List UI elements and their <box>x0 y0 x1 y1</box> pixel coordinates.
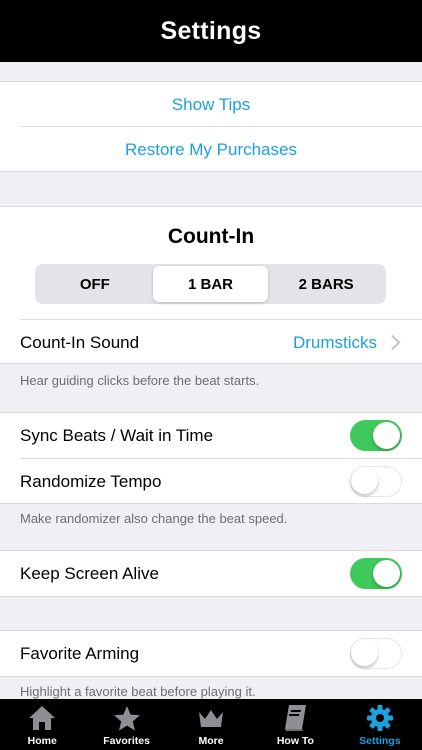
tab-settings-label: Settings <box>359 735 401 747</box>
count-in-segmented-control: OFF 1 BAR 2 BARS <box>35 264 386 304</box>
count-in-title: Count-In <box>167 225 255 248</box>
count-in-note: Hear guiding clicks before the beat star… <box>20 373 260 388</box>
page-title: Settings <box>160 16 262 45</box>
keep-alive-group: Keep Screen Alive <box>0 550 422 597</box>
randomize-tempo-label: Randomize Tempo <box>20 471 162 491</box>
count-in-group: Count-In OFF 1 BAR 2 BARS Count-In Sound… <box>0 206 422 364</box>
count-in-sound-value: Drumsticks <box>292 332 377 352</box>
randomize-tempo-toggle[interactable] <box>350 466 402 497</box>
sync-beats-toggle[interactable] <box>350 420 402 451</box>
tab-favorites[interactable]: Favorites <box>84 699 168 750</box>
randomize-tempo-row: Randomize Tempo <box>0 459 422 504</box>
sync-group: Sync Beats / Wait in Time Randomize Temp… <box>0 412 422 504</box>
count-in-sound-row[interactable]: Count-In Sound Drumsticks <box>0 320 422 365</box>
tab-home-label: Home <box>27 735 57 747</box>
keep-screen-alive-row: Keep Screen Alive <box>0 551 422 596</box>
count-in-1bar-segment[interactable]: 1 BAR <box>152 266 269 302</box>
sync-beats-label: Sync Beats / Wait in Time <box>20 425 214 445</box>
restore-purchases-button[interactable]: Restore My Purchases <box>0 127 422 172</box>
count-in-off-segment[interactable]: OFF <box>37 266 153 302</box>
count-in-sound-label: Count-In Sound <box>20 332 140 352</box>
keep-screen-alive-label: Keep Screen Alive <box>20 563 159 583</box>
nav-bar: Settings <box>0 0 422 62</box>
book-icon <box>280 703 310 733</box>
chevron-right-icon <box>384 334 401 351</box>
star-icon <box>112 703 142 733</box>
tab-how-to[interactable]: How To <box>253 699 337 750</box>
home-icon <box>27 703 57 733</box>
tab-more[interactable]: More <box>169 699 253 750</box>
keep-screen-alive-toggle[interactable] <box>350 558 402 589</box>
tab-bar: Home Favorites More How To Settings <box>0 699 422 750</box>
favorite-group: Favorite Arming <box>0 630 422 677</box>
sync-beats-row: Sync Beats / Wait in Time <box>0 413 422 458</box>
favorite-arming-label: Favorite Arming <box>20 643 140 663</box>
divider <box>20 126 422 127</box>
randomize-note: Make randomizer also change the beat spe… <box>20 511 288 526</box>
favorite-note: Highlight a favorite beat before playing… <box>20 684 256 699</box>
links-group: Show Tips Restore My Purchases <box>0 81 422 172</box>
crown-icon <box>196 703 226 733</box>
count-in-2bars-segment[interactable]: 2 BARS <box>268 266 384 302</box>
favorite-arming-row: Favorite Arming <box>0 631 422 676</box>
tab-favorites-label: Favorites <box>103 735 150 747</box>
tab-more-label: More <box>198 735 224 747</box>
settings-list[interactable]: Show Tips Restore My Purchases Count-In … <box>0 62 422 699</box>
show-tips-button[interactable]: Show Tips <box>0 82 422 127</box>
tab-how-to-label: How To <box>276 735 314 747</box>
gear-icon <box>365 703 395 733</box>
tab-settings[interactable]: Settings <box>338 699 422 750</box>
tab-home[interactable]: Home <box>0 699 84 750</box>
favorite-arming-toggle[interactable] <box>350 638 402 669</box>
